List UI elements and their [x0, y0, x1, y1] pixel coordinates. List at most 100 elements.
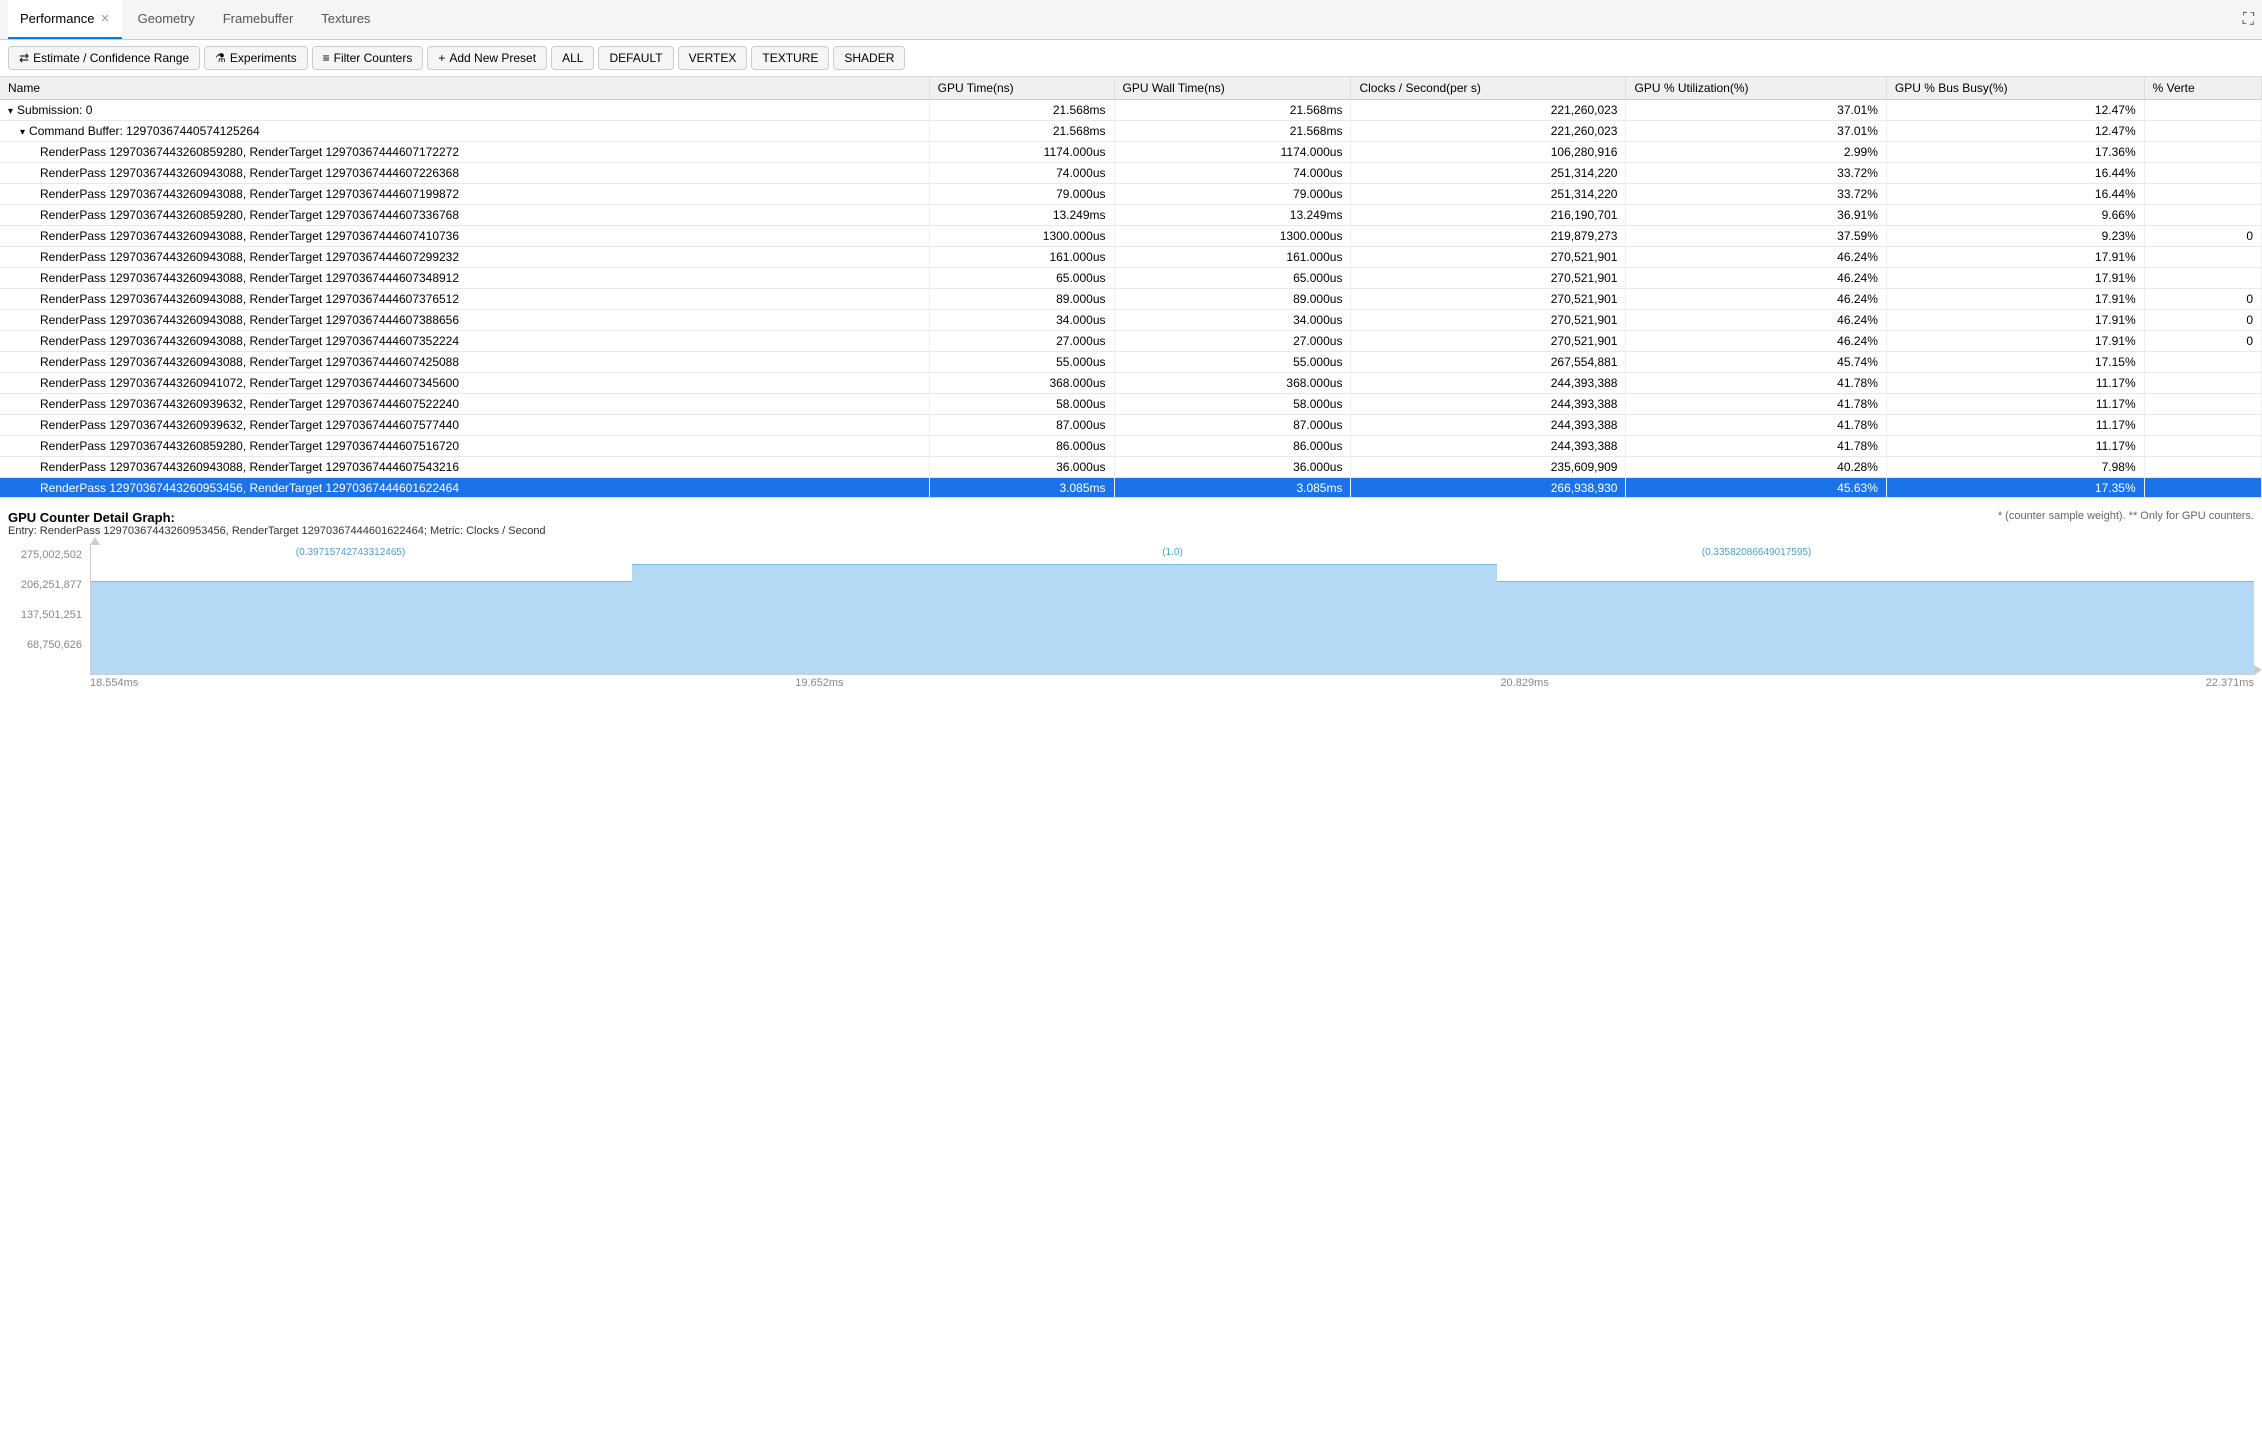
expand-icon[interactable]: ▾ — [20, 127, 25, 138]
table-row[interactable]: ▾Command Buffer: 1297036744057412526421.… — [0, 121, 2262, 142]
table-row[interactable]: RenderPass 12970367443260943088, RenderT… — [0, 268, 2262, 289]
performance-table: Name GPU Time(ns) GPU Wall Time(ns) Cloc… — [0, 77, 2262, 497]
table-row[interactable]: RenderPass 12970367443260943088, RenderT… — [0, 331, 2262, 352]
row-verte — [2144, 478, 2261, 498]
tab-geometry[interactable]: Geometry — [126, 0, 207, 39]
row-verte — [2144, 394, 2261, 415]
row-clocks: 216,190,701 — [1351, 205, 1626, 226]
tab-performance[interactable]: Performance ✕ — [8, 0, 122, 39]
row-clocks: 244,393,388 — [1351, 373, 1626, 394]
row-name: RenderPass 12970367443260943088, RenderT… — [0, 457, 929, 478]
row-gpu_bus: 9.23% — [1886, 226, 2144, 247]
chart-bar — [91, 581, 632, 674]
filter-default[interactable]: DEFAULT — [598, 46, 673, 70]
row-gpu_wall: 36.000us — [1114, 457, 1351, 478]
row-clocks: 267,554,881 — [1351, 352, 1626, 373]
filter-texture[interactable]: TEXTURE — [751, 46, 829, 70]
table-row[interactable]: RenderPass 12970367443260943088, RenderT… — [0, 457, 2262, 478]
row-gpu_util: 37.01% — [1626, 100, 1886, 121]
fullscreen-button[interactable]: ⛶ — [2243, 11, 2254, 29]
col-gpu-util: GPU % Utilization(%) — [1626, 77, 1886, 100]
row-gpu_util: 2.99% — [1626, 142, 1886, 163]
table-row[interactable]: RenderPass 12970367443260943088, RenderT… — [0, 352, 2262, 373]
row-gpu_bus: 17.15% — [1886, 352, 2144, 373]
table-row[interactable]: RenderPass 12970367443260939632, RenderT… — [0, 415, 2262, 436]
row-name: RenderPass 12970367443260943088, RenderT… — [0, 352, 929, 373]
tab-performance-close[interactable]: ✕ — [100, 12, 109, 25]
col-gpu-wall: GPU Wall Time(ns) — [1114, 77, 1351, 100]
row-name: RenderPass 12970367443260953456, RenderT… — [0, 478, 929, 498]
col-gpu-bus: GPU % Bus Busy(%) — [1886, 77, 2144, 100]
row-clocks: 251,314,220 — [1351, 163, 1626, 184]
tab-framebuffer[interactable]: Framebuffer — [211, 0, 306, 39]
table-row[interactable]: ▾Submission: 021.568ms21.568ms221,260,02… — [0, 100, 2262, 121]
tab-textures[interactable]: Textures — [309, 0, 382, 39]
table-row[interactable]: RenderPass 12970367443260859280, RenderT… — [0, 436, 2262, 457]
row-name: RenderPass 12970367443260859280, RenderT… — [0, 205, 929, 226]
filter-all[interactable]: ALL — [551, 46, 594, 70]
tab-bar: Performance ✕ Geometry Framebuffer Textu… — [0, 0, 2262, 40]
row-gpu_time: 27.000us — [929, 331, 1114, 352]
row-clocks: 251,314,220 — [1351, 184, 1626, 205]
table-row[interactable]: RenderPass 12970367443260943088, RenderT… — [0, 247, 2262, 268]
add-preset-button[interactable]: + Add New Preset — [427, 46, 547, 70]
row-name: RenderPass 12970367443260943088, RenderT… — [0, 247, 929, 268]
row-gpu_time: 65.000us — [929, 268, 1114, 289]
table-row[interactable]: RenderPass 12970367443260943088, RenderT… — [0, 163, 2262, 184]
row-verte — [2144, 373, 2261, 394]
col-clocks: Clocks / Second(per s) — [1351, 77, 1626, 100]
row-clocks: 270,521,901 — [1351, 268, 1626, 289]
row-gpu_bus: 17.91% — [1886, 310, 2144, 331]
table-row[interactable]: RenderPass 12970367443260941072, RenderT… — [0, 373, 2262, 394]
row-verte — [2144, 184, 2261, 205]
experiments-icon: ⚗ — [215, 51, 226, 65]
row-name: RenderPass 12970367443260943088, RenderT… — [0, 163, 929, 184]
table-row[interactable]: RenderPass 12970367443260859280, RenderT… — [0, 205, 2262, 226]
row-gpu_time: 368.000us — [929, 373, 1114, 394]
table-row[interactable]: RenderPass 12970367443260943088, RenderT… — [0, 310, 2262, 331]
filter-shader[interactable]: SHADER — [833, 46, 905, 70]
row-gpu_bus: 16.44% — [1886, 184, 2144, 205]
row-name: RenderPass 12970367443260859280, RenderT… — [0, 142, 929, 163]
chart-note: * (counter sample weight). ** Only for G… — [1998, 510, 2254, 522]
expand-icon[interactable]: ▾ — [8, 106, 13, 117]
row-clocks: 244,393,388 — [1351, 394, 1626, 415]
row-name: RenderPass 12970367443260943088, RenderT… — [0, 184, 929, 205]
row-name: RenderPass 12970367443260943088, RenderT… — [0, 331, 929, 352]
chart-annotation: (1.0) — [1162, 547, 1183, 558]
row-gpu_time: 55.000us — [929, 352, 1114, 373]
chart-bar — [632, 564, 848, 674]
tab-textures-label: Textures — [321, 11, 370, 26]
row-gpu_bus: 17.36% — [1886, 142, 2144, 163]
row-gpu_time: 89.000us — [929, 289, 1114, 310]
row-gpu_wall: 74.000us — [1114, 163, 1351, 184]
row-clocks: 221,260,023 — [1351, 121, 1626, 142]
row-verte — [2144, 205, 2261, 226]
row-gpu_wall: 1300.000us — [1114, 226, 1351, 247]
row-gpu_wall: 21.568ms — [1114, 100, 1351, 121]
tab-framebuffer-label: Framebuffer — [223, 11, 294, 26]
row-verte — [2144, 352, 2261, 373]
table-row[interactable]: RenderPass 12970367443260859280, RenderT… — [0, 142, 2262, 163]
experiments-button[interactable]: ⚗ Experiments — [204, 46, 307, 70]
row-gpu_util: 37.59% — [1626, 226, 1886, 247]
table-row[interactable]: RenderPass 12970367443260943088, RenderT… — [0, 184, 2262, 205]
row-gpu_time: 34.000us — [929, 310, 1114, 331]
filter-vertex[interactable]: VERTEX — [678, 46, 748, 70]
estimate-button[interactable]: ⇄ Estimate / Confidence Range — [8, 46, 200, 70]
table-row[interactable]: RenderPass 12970367443260943088, RenderT… — [0, 226, 2262, 247]
row-gpu_wall: 65.000us — [1114, 268, 1351, 289]
row-verte — [2144, 436, 2261, 457]
row-gpu_time: 87.000us — [929, 415, 1114, 436]
row-name: ▾Submission: 0 — [0, 100, 929, 121]
row-gpu_util: 36.91% — [1626, 205, 1886, 226]
table-row[interactable]: RenderPass 12970367443260939632, RenderT… — [0, 394, 2262, 415]
row-gpu_util: 41.78% — [1626, 415, 1886, 436]
table-row[interactable]: RenderPass 12970367443260953456, RenderT… — [0, 478, 2262, 498]
row-gpu_bus: 17.91% — [1886, 268, 2144, 289]
chart-annotation: (0.33582086649017595) — [1702, 547, 1812, 558]
tab-geometry-label: Geometry — [138, 11, 195, 26]
row-clocks: 244,393,388 — [1351, 415, 1626, 436]
table-row[interactable]: RenderPass 12970367443260943088, RenderT… — [0, 289, 2262, 310]
filter-counters-button[interactable]: ≡ Filter Counters — [312, 46, 424, 70]
